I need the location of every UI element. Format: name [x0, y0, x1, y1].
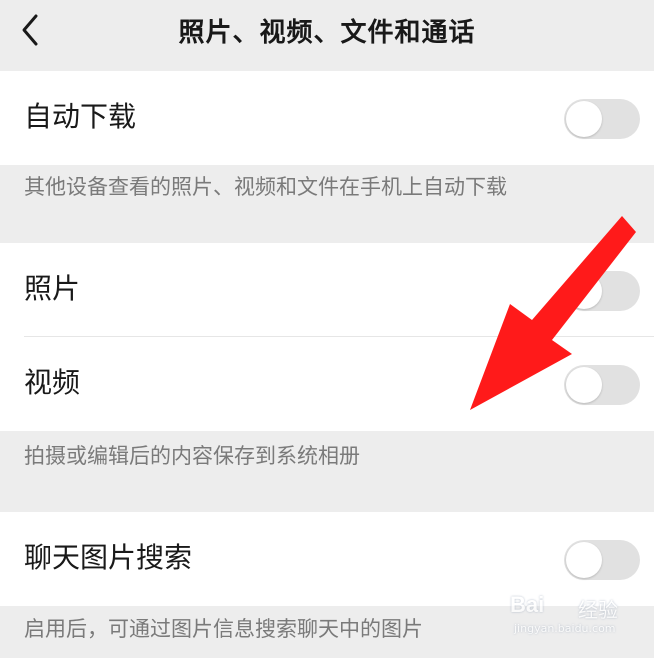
red-arrow-icon [470, 216, 636, 410]
toggle-knob [566, 542, 602, 578]
auto-download-toggle[interactable] [564, 99, 640, 139]
watermark-text: 经验 [578, 598, 618, 622]
save-to-album-hint: 拍摄或编辑后的内容保存到系统相册 [24, 444, 360, 468]
auto-download-row[interactable]: 自动下载 [0, 71, 654, 165]
watermark: Bai 经验 jingyan.baidu.com [510, 592, 650, 642]
video-label: 视频 [24, 366, 81, 399]
watermark-url: jingyan.baidu.com [514, 622, 616, 635]
page-title: 照片、视频、文件和通话 [178, 18, 476, 48]
watermark-logo: Bai [510, 592, 545, 617]
chat-image-search-toggle[interactable] [564, 540, 640, 580]
auto-download-hint: 其他设备查看的照片、视频和文件在手机上自动下载 [24, 175, 507, 199]
chat-image-search-label: 聊天图片搜索 [24, 541, 193, 574]
auto-download-label: 自动下载 [24, 100, 137, 133]
auto-download-card: 自动下载 [0, 71, 654, 165]
chat-image-search-hint: 启用后，可通过图片信息搜索聊天中的图片 [24, 617, 423, 641]
toggle-knob [566, 101, 602, 137]
photo-label: 照片 [24, 272, 81, 305]
top-bar: 照片、视频、文件和通话 [0, 0, 654, 66]
